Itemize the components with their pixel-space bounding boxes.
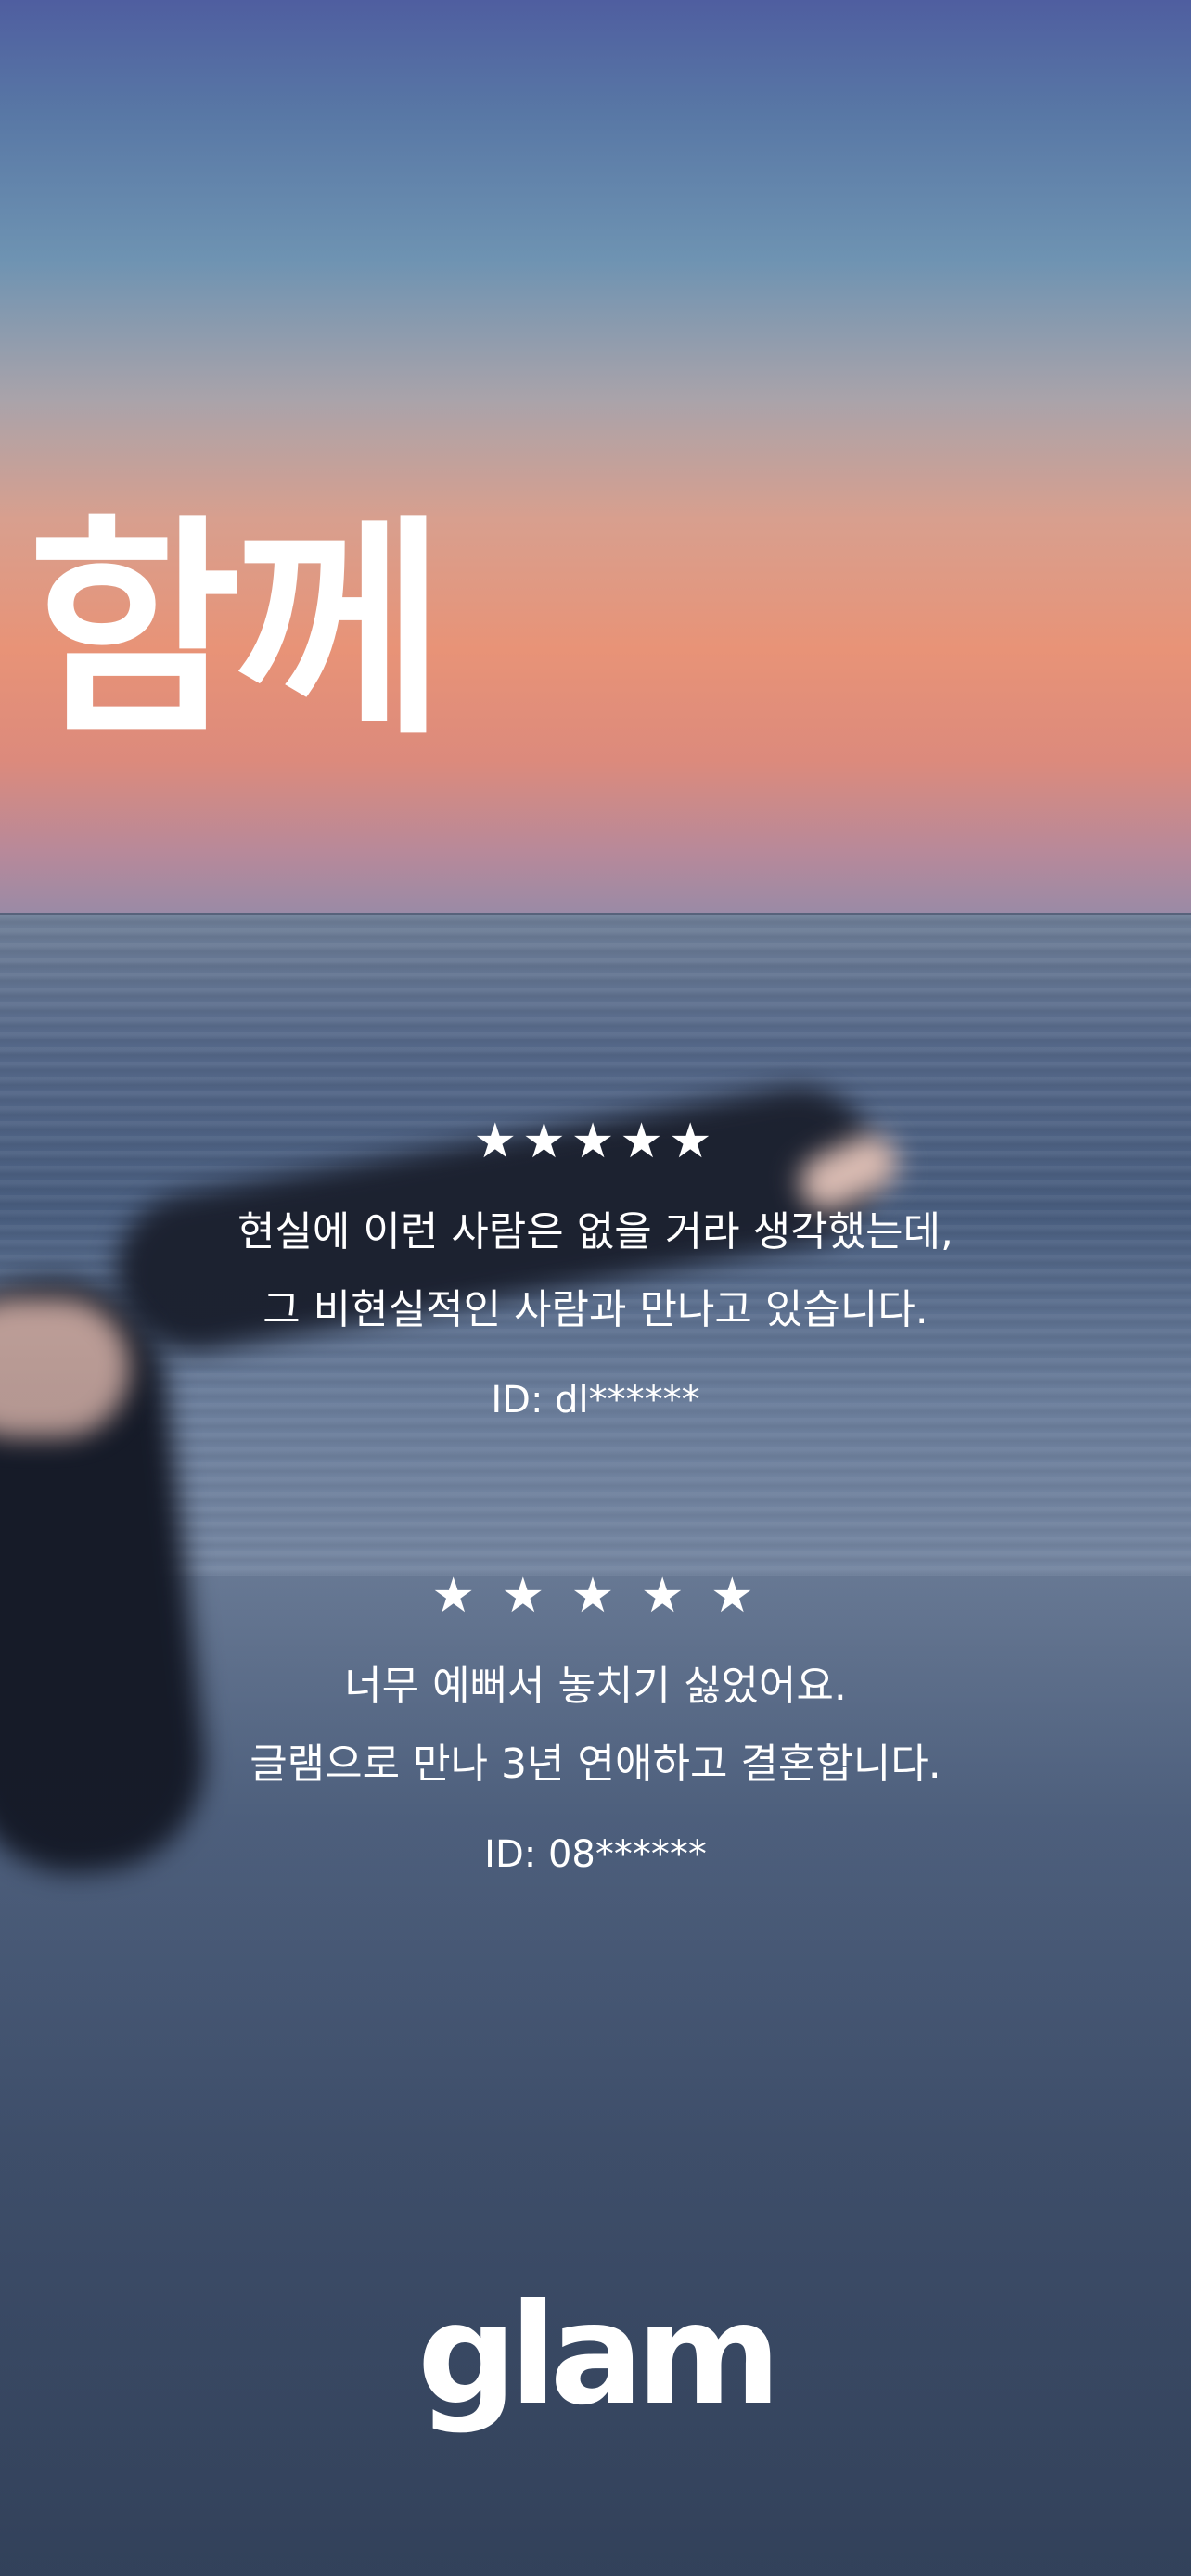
glam-logo: glam bbox=[416, 2275, 781, 2436]
review-text-line: 그 비현실적인 사람과 만나고 있습니다. bbox=[263, 1286, 928, 1333]
reviewer-id: ID: dl****** bbox=[491, 1379, 700, 1422]
review-card-1: ★★★★★ 현실에 이런 사람은 없을 거라 생각했는데, 그 비현실적인 사람… bbox=[0, 1117, 1191, 1422]
star-rating: ★★★★★ bbox=[473, 1114, 718, 1169]
review-text-line: 현실에 이런 사람은 없을 거라 생각했는데, bbox=[237, 1208, 954, 1256]
review-card-2: ★ ★ ★ ★ ★ 너무 예뻐서 놓치기 싫었어요. 글램으로 만나 3년 연애… bbox=[0, 1572, 1191, 1876]
star-rating: ★ ★ ★ ★ ★ bbox=[431, 1568, 760, 1624]
review-text-line: 너무 예뻐서 놓치기 싫었어요. bbox=[344, 1663, 847, 1710]
review-text-line: 글램으로 만나 3년 연애하고 결혼합니다. bbox=[250, 1741, 941, 1788]
headline: 함께 bbox=[28, 495, 445, 765]
reviewer-id: ID: 08****** bbox=[484, 1833, 707, 1876]
